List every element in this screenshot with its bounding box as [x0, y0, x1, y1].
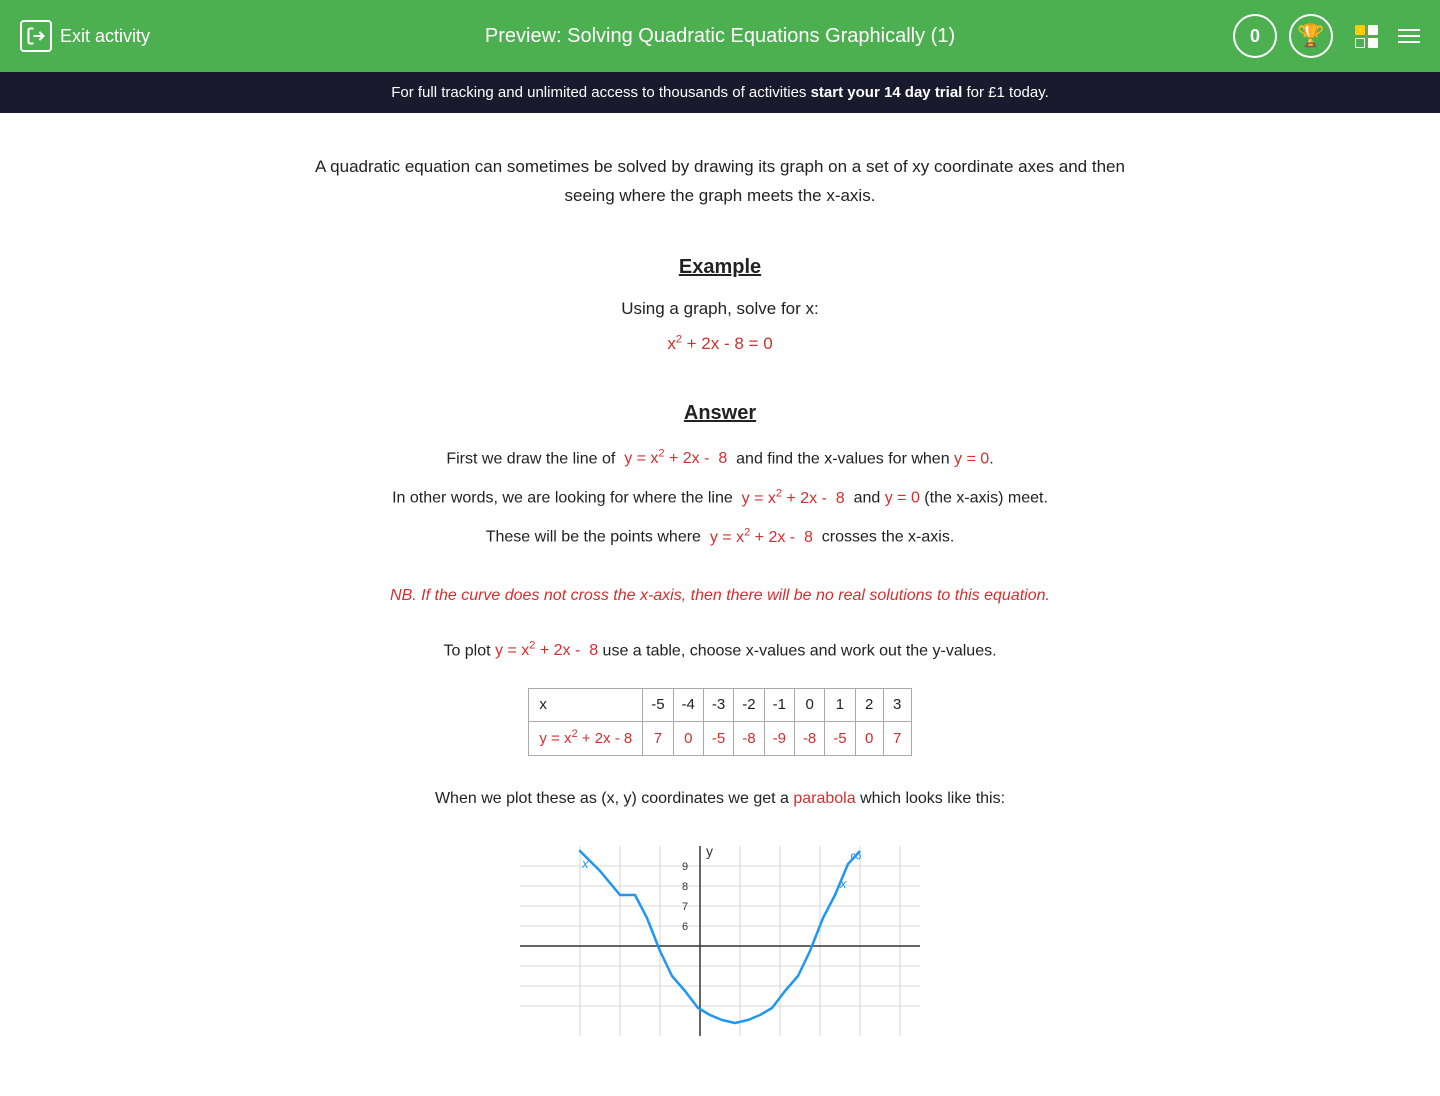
svg-text:8: 8: [682, 881, 688, 893]
y-eq2: y = 0: [885, 490, 920, 507]
x-label: x: [529, 689, 643, 722]
eq1: y = x2 + 2x - 8: [624, 450, 727, 467]
x-val-2: 2: [855, 689, 883, 722]
display-equation: x2 + 2x - 8 = 0: [290, 330, 1150, 357]
values-table-container: x -5 -4 -3 -2 -1 0 1 2 3 y = x2 + 2x - 8…: [290, 688, 1150, 756]
graph-container: y 9 8 7 6 ∞ x x: [290, 836, 1150, 1036]
y-val--4: 0: [673, 722, 703, 756]
x-val--2: -2: [734, 689, 764, 722]
parabola-before: When we plot these as (x, y) coordinates…: [435, 790, 793, 807]
eq3: y = x2 + 2x - 8: [710, 529, 813, 546]
score-display: 0: [1233, 14, 1277, 58]
y-val--1: -9: [764, 722, 794, 756]
plot-instruction: To plot y = x2 + 2x - 8 use a table, cho…: [290, 638, 1150, 664]
banner-text-before: For full tracking and unlimited access t…: [391, 84, 810, 101]
example-instruction: Using a graph, solve for x:: [290, 295, 1150, 322]
main-content: A quadratic equation can sometimes be so…: [270, 113, 1170, 1096]
menu-icon[interactable]: [1398, 29, 1420, 43]
y-val--2: -8: [734, 722, 764, 756]
answer-line-2: In other words, we are looking for where…: [290, 484, 1150, 513]
values-table: x -5 -4 -3 -2 -1 0 1 2 3 y = x2 + 2x - 8…: [528, 688, 911, 756]
y-val-1: -5: [825, 722, 855, 756]
y-val--3: -5: [703, 722, 733, 756]
y-eq1: y = 0: [954, 450, 989, 467]
header: Exit activity Preview: Solving Quadratic…: [0, 0, 1440, 72]
nb-note: NB. If the curve does not cross the x-ax…: [290, 583, 1150, 609]
x-val--5: -5: [643, 689, 673, 722]
y-val--5: 7: [643, 722, 673, 756]
grid-icon: [1355, 25, 1378, 48]
parabola-description: When we plot these as (x, y) coordinates…: [290, 786, 1150, 812]
header-right: 0 🏆: [1233, 14, 1420, 58]
page-title: Preview: Solving Quadratic Equations Gra…: [485, 25, 955, 48]
parabola-graph: y 9 8 7 6 ∞ x x: [510, 836, 930, 1036]
trophy-icon[interactable]: 🏆: [1289, 14, 1333, 58]
table-row-y: y = x2 + 2x - 8 7 0 -5 -8 -9 -8 -5 0 7: [529, 722, 911, 756]
eq2: y = x2 + 2x - 8: [742, 490, 845, 507]
x-val--3: -3: [703, 689, 733, 722]
svg-text:y: y: [706, 843, 713, 859]
exit-label: Exit activity: [60, 26, 150, 47]
x-val-1: 1: [825, 689, 855, 722]
svg-text:7: 7: [682, 901, 688, 913]
plot-eq: y = x2 + 2x - 8: [495, 642, 598, 659]
y-label: y = x2 + 2x - 8: [529, 722, 643, 756]
example-section: Example Using a graph, solve for x: x2 +…: [290, 251, 1150, 357]
answer-section: Answer First we draw the line of y = x2 …: [290, 397, 1150, 552]
exit-button[interactable]: Exit activity: [20, 20, 150, 52]
y-val-2: 0: [855, 722, 883, 756]
parabola-word: parabola: [793, 790, 855, 807]
x-val--1: -1: [764, 689, 794, 722]
y-val-0: -8: [794, 722, 824, 756]
answer-heading: Answer: [290, 397, 1150, 429]
parabola-after: which looks like this:: [856, 790, 1005, 807]
banner-bold: start your 14 day trial: [811, 84, 963, 101]
intro-paragraph: A quadratic equation can sometimes be so…: [290, 153, 1150, 211]
svg-text:x: x: [839, 876, 847, 891]
svg-text:6: 6: [682, 921, 688, 933]
svg-text:x: x: [581, 856, 589, 871]
exit-icon: [20, 20, 52, 52]
answer-line-3: These will be the points where y = x2 + …: [290, 523, 1150, 552]
svg-text:9: 9: [682, 861, 688, 873]
x-val--4: -4: [673, 689, 703, 722]
trial-banner: For full tracking and unlimited access t…: [0, 72, 1440, 113]
x-val-3: 3: [883, 689, 911, 722]
table-row-x: x -5 -4 -3 -2 -1 0 1 2 3: [529, 689, 911, 722]
svg-text:∞: ∞: [850, 848, 861, 865]
y-val-3: 7: [883, 722, 911, 756]
answer-line-1: First we draw the line of y = x2 + 2x - …: [290, 445, 1150, 474]
banner-text-after: for £1 today.: [962, 84, 1048, 101]
x-val-0: 0: [794, 689, 824, 722]
example-heading: Example: [290, 251, 1150, 283]
